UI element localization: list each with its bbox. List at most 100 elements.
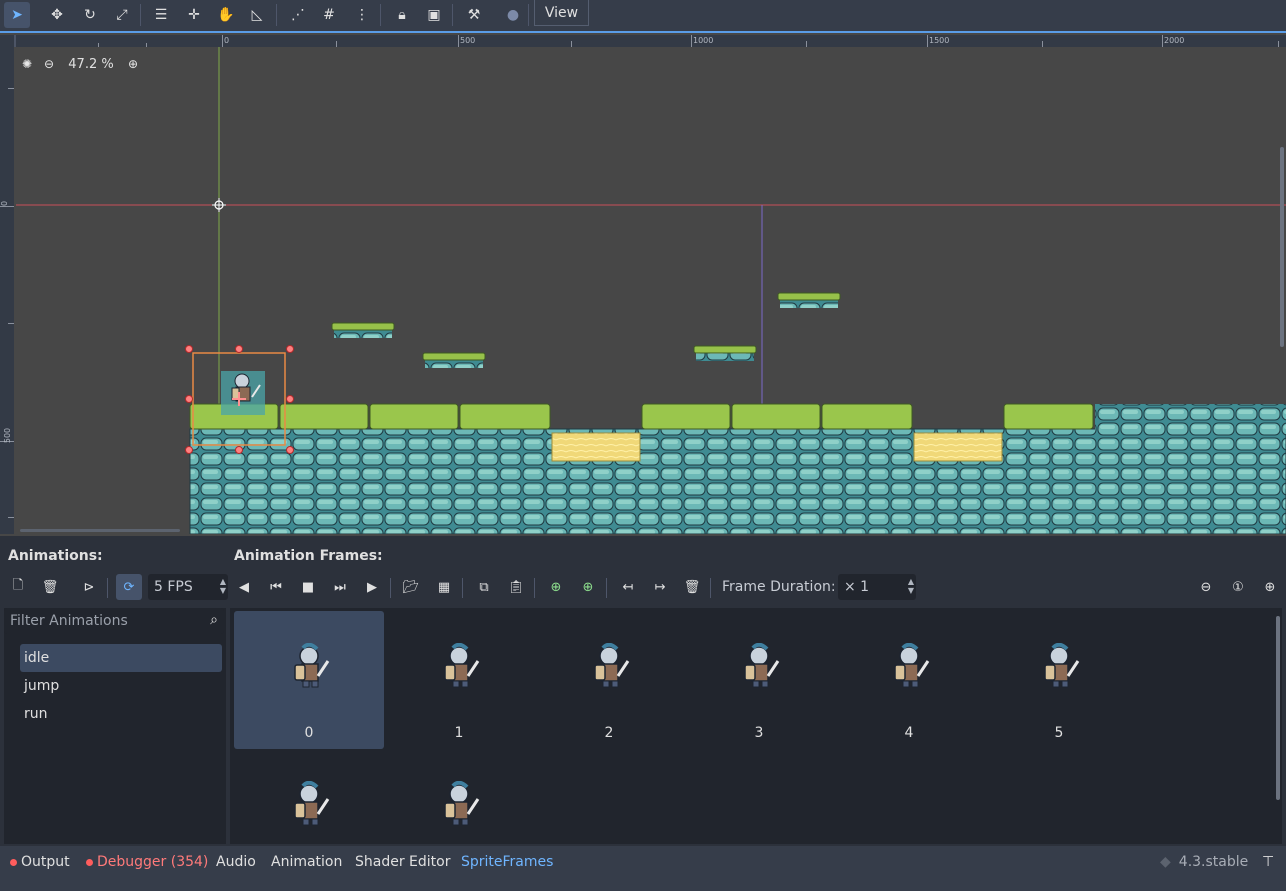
tab-audio[interactable]: Audio (216, 854, 256, 870)
center-view-icon[interactable]: ✺ (16, 53, 38, 75)
frame-tile[interactable]: 4 (834, 611, 984, 749)
sprite-sheet-icon[interactable]: ▦ (431, 574, 457, 600)
viewport-horizontal-scrollbar[interactable] (20, 529, 180, 532)
zoom-in-icon[interactable]: ⊕ (1257, 574, 1283, 600)
smart-snap-icon[interactable]: ⋰ (285, 2, 311, 28)
knight-sprite-icon (1044, 643, 1080, 688)
more-options-icon[interactable]: ⋮ (349, 2, 375, 28)
scale-tool-icon[interactable]: ⤢ (109, 2, 135, 28)
spin-arrows-icon[interactable]: ▲ ▼ (908, 577, 914, 595)
search-icon: ⌕ (210, 612, 218, 628)
bottom-panel-tabs: Output Debugger (354) Audio Animation Sh… (0, 846, 1286, 891)
delete-frame-icon[interactable]: 🗑︎ (679, 574, 705, 600)
canvas-toolbar: ➤ ✥ ↻ ⤢ ☰ ✛ ✋ ◺ ⋰ # ⋮ 🔒︎ ▣ ⚒ ● View (0, 0, 1286, 30)
view-menu-button[interactable]: View (534, 0, 589, 26)
frame-tile[interactable]: 2 (534, 611, 684, 749)
floating-platform (331, 322, 395, 338)
frame-index-label: 3 (754, 725, 764, 741)
spin-arrows-icon[interactable]: ▲ ▼ (220, 577, 226, 595)
tab-debugger[interactable]: Debugger (354) (86, 854, 208, 870)
zoom-controls: ✺ ⊖ 47.2 % ⊕ (16, 53, 144, 75)
zoom-level[interactable]: 47.2 % (60, 57, 122, 72)
floating-platform (693, 345, 757, 361)
tab-label: Audio (216, 854, 256, 870)
play-icon[interactable]: ▶ (359, 574, 385, 600)
loop-toggle-icon[interactable]: ⟳ (116, 574, 142, 600)
copy-icon[interactable]: ⧉ (471, 574, 497, 600)
error-dot-icon (86, 858, 93, 866)
spriteframes-panel: Animations: Animation Frames: 🗋︎ 🗑︎ ⊳ ⟳ … (0, 536, 1286, 846)
zoom-out-button[interactable]: ⊖ (38, 53, 60, 75)
floating-platform (422, 352, 486, 368)
frame-index-label: 5 (1054, 725, 1064, 741)
tab-shader-editor[interactable]: Shader Editor (355, 854, 450, 870)
floating-platform (777, 292, 841, 308)
frame-duration-spinbox[interactable]: × 1 ▲ ▼ (838, 574, 916, 600)
version-label: ◆ 4.3.stable (1160, 854, 1248, 870)
expand-panel-icon[interactable]: ⊤ (1262, 854, 1274, 870)
knight-sprite-icon (294, 643, 330, 688)
rotate-tool-icon[interactable]: ↻ (77, 2, 103, 28)
list-select-icon[interactable]: ☰ (148, 2, 174, 28)
ruler-tool-icon[interactable]: ◺ (244, 2, 270, 28)
zoom-reset-icon[interactable]: ① (1225, 574, 1251, 600)
fps-spinbox[interactable]: 5 FPS ▲ ▼ (148, 574, 228, 600)
tab-animation[interactable]: Animation (271, 854, 342, 870)
paste-icon[interactable]: 📋︎ (503, 574, 529, 600)
tab-spriteframes[interactable]: SpriteFrames (461, 854, 553, 870)
scene-canvas[interactable] (16, 47, 1286, 534)
animation-item-idle[interactable]: idle (20, 644, 222, 672)
animation-item-jump[interactable]: jump (20, 672, 222, 700)
autoplay-icon[interactable]: ⊳ (76, 574, 102, 600)
insert-after-icon[interactable]: ⊕ (575, 574, 601, 600)
knight-sprite-icon (744, 643, 780, 688)
zoom-out-icon[interactable]: ⊖ (1193, 574, 1219, 600)
viewport-vertical-scrollbar[interactable] (1280, 147, 1284, 347)
bone-icon[interactable]: ⚒ (461, 2, 487, 28)
insert-before-icon[interactable]: ⊕ (543, 574, 569, 600)
tab-label: Debugger (354) (97, 854, 209, 870)
frame-tile[interactable] (234, 749, 384, 844)
filter-animations-input[interactable]: Filter Animations ⌕ (4, 608, 224, 634)
pivot-tool-icon[interactable]: ✛ (181, 2, 207, 28)
lock-icon[interactable]: 🔒︎ (389, 2, 415, 28)
knight-sprite-icon (444, 643, 480, 688)
pan-tool-icon[interactable]: ✋ (213, 2, 239, 28)
move-left-icon[interactable]: ↤ (615, 574, 641, 600)
frame-tile[interactable]: 3 (684, 611, 834, 749)
ruler-x-label: 1500 (929, 36, 950, 45)
add-animation-icon[interactable]: 🗋︎ (5, 574, 31, 600)
scene-drawing (16, 47, 1286, 534)
move-right-icon[interactable]: ↦ (647, 574, 673, 600)
godot-icon: ◆ (1160, 854, 1171, 870)
2d-viewport: 0 500 1000 1500 2000 0 500 ✺ ⊖ 47.2 % ⊕ (0, 31, 1286, 536)
tab-label: Output (21, 854, 70, 870)
frame-tile[interactable]: 0 (234, 611, 384, 749)
select-tool-icon[interactable]: ➤ (4, 2, 30, 28)
animation-item-run[interactable]: run (20, 700, 222, 728)
frames-scrollbar[interactable] (1276, 616, 1280, 800)
frame-tile[interactable]: 5 (984, 611, 1134, 749)
play-backwards-icon[interactable]: ◀ (231, 574, 257, 600)
load-folder-icon[interactable]: 📂︎ (398, 574, 424, 600)
stop-icon[interactable]: ■ (295, 574, 321, 600)
grid-snap-icon[interactable]: # (316, 2, 342, 28)
play-from-end-icon[interactable]: ⏮ (263, 574, 289, 600)
ruler-x-label: 2000 (1164, 36, 1185, 45)
camera-override-icon[interactable]: ● (500, 2, 526, 28)
knight-sprite-icon (894, 643, 930, 688)
group-icon[interactable]: ▣ (421, 2, 447, 28)
filter-placeholder: Filter Animations (10, 613, 128, 629)
animation-frames-header: Animation Frames: (234, 548, 383, 564)
frame-tile[interactable]: 1 (384, 611, 534, 749)
frame-tile[interactable] (384, 749, 534, 844)
frame-index-label: 4 (904, 725, 914, 741)
delete-animation-icon[interactable]: 🗑︎ (37, 574, 63, 600)
animation-list: idle jump run (4, 608, 226, 844)
zoom-in-button[interactable]: ⊕ (122, 53, 144, 75)
play-from-start-icon[interactable]: ⏭ (327, 574, 353, 600)
tab-output[interactable]: Output (10, 854, 70, 870)
animations-header: Animations: (8, 548, 103, 564)
move-tool-icon[interactable]: ✥ (44, 2, 70, 28)
frame-index-label: 2 (604, 725, 614, 741)
